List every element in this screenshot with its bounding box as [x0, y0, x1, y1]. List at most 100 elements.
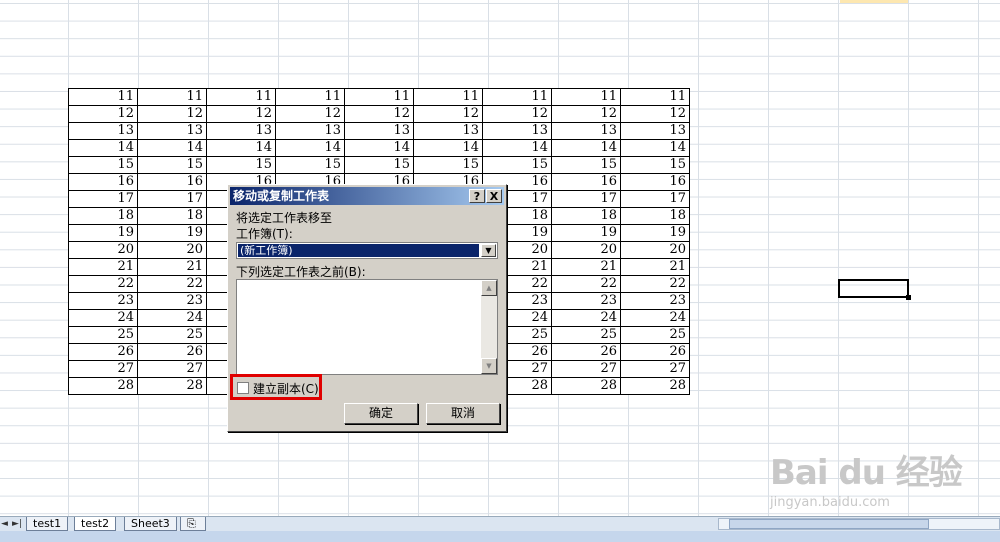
table-cell[interactable]: 11	[620, 88, 690, 106]
table-cell[interactable]: 28	[620, 377, 690, 395]
table-cell[interactable]: 20	[620, 241, 690, 259]
table-cell[interactable]: 11	[275, 88, 345, 106]
table-cell[interactable]: 12	[551, 105, 621, 123]
table-cell[interactable]: 17	[68, 190, 138, 208]
table-cell[interactable]: 15	[137, 156, 207, 174]
table-cell[interactable]: 16	[137, 173, 207, 191]
table-cell[interactable]: 11	[206, 88, 276, 106]
table-cell[interactable]: 14	[68, 139, 138, 157]
table-cell[interactable]: 17	[551, 190, 621, 208]
table-cell[interactable]: 18	[137, 207, 207, 225]
table-cell[interactable]: 15	[344, 156, 414, 174]
table-cell[interactable]: 18	[551, 207, 621, 225]
table-cell[interactable]: 13	[620, 122, 690, 140]
table-cell[interactable]: 21	[620, 258, 690, 276]
table-cell[interactable]: 13	[206, 122, 276, 140]
table-cell[interactable]: 13	[344, 122, 414, 140]
table-cell[interactable]: 22	[68, 275, 138, 293]
table-cell[interactable]: 18	[68, 207, 138, 225]
table-cell[interactable]: 19	[551, 224, 621, 242]
table-cell[interactable]: 21	[551, 258, 621, 276]
table-cell[interactable]: 23	[620, 292, 690, 310]
table-cell[interactable]: 22	[137, 275, 207, 293]
ok-button[interactable]: 确定	[344, 403, 418, 424]
table-cell[interactable]: 16	[620, 173, 690, 191]
table-cell[interactable]: 20	[137, 241, 207, 259]
table-cell[interactable]: 15	[551, 156, 621, 174]
table-cell[interactable]: 14	[275, 139, 345, 157]
workbook-select[interactable]: (新工作簿) ▼	[236, 242, 498, 259]
table-cell[interactable]: 26	[551, 343, 621, 361]
table-cell[interactable]: 23	[551, 292, 621, 310]
table-cell[interactable]: 24	[551, 309, 621, 327]
table-cell[interactable]: 28	[68, 377, 138, 395]
fill-handle[interactable]	[906, 295, 911, 300]
table-cell[interactable]: 27	[137, 360, 207, 378]
table-cell[interactable]: 28	[551, 377, 621, 395]
table-cell[interactable]: 13	[68, 122, 138, 140]
table-cell[interactable]: 27	[68, 360, 138, 378]
table-cell[interactable]: 24	[620, 309, 690, 327]
table-cell[interactable]: 17	[620, 190, 690, 208]
scrollbar-thumb[interactable]	[729, 519, 929, 529]
table-cell[interactable]: 13	[137, 122, 207, 140]
table-cell[interactable]: 11	[482, 88, 552, 106]
table-cell[interactable]: 12	[620, 105, 690, 123]
table-cell[interactable]: 15	[68, 156, 138, 174]
table-cell[interactable]: 23	[68, 292, 138, 310]
table-cell[interactable]: 12	[482, 105, 552, 123]
horizontal-scrollbar[interactable]	[718, 518, 1000, 530]
table-cell[interactable]: 14	[344, 139, 414, 157]
table-cell[interactable]: 12	[413, 105, 483, 123]
table-cell[interactable]: 28	[137, 377, 207, 395]
table-cell[interactable]: 14	[206, 139, 276, 157]
table-cell[interactable]: 12	[206, 105, 276, 123]
cancel-button[interactable]: 取消	[426, 403, 500, 424]
table-cell[interactable]: 14	[137, 139, 207, 157]
table-cell[interactable]: 16	[551, 173, 621, 191]
prev-sheet-icon[interactable]: ◄	[1, 518, 8, 530]
table-cell[interactable]: 20	[68, 241, 138, 259]
close-button[interactable]: X	[486, 189, 502, 203]
table-cell[interactable]: 13	[275, 122, 345, 140]
table-cell[interactable]: 20	[551, 241, 621, 259]
table-cell[interactable]: 22	[620, 275, 690, 293]
chevron-down-icon[interactable]: ▼	[481, 244, 496, 257]
table-cell[interactable]: 18	[620, 207, 690, 225]
table-cell[interactable]: 25	[68, 326, 138, 344]
create-copy-checkbox[interactable]	[237, 382, 249, 394]
before-sheet-list[interactable]: ▲ ▼	[236, 279, 498, 375]
table-cell[interactable]: 15	[275, 156, 345, 174]
last-sheet-icon[interactable]: ►|	[12, 518, 22, 530]
table-cell[interactable]: 21	[137, 258, 207, 276]
table-cell[interactable]: 24	[68, 309, 138, 327]
table-cell[interactable]: 13	[413, 122, 483, 140]
list-scrollbar[interactable]: ▲ ▼	[481, 280, 497, 374]
table-cell[interactable]: 16	[68, 173, 138, 191]
create-copy-label[interactable]: 建立副本(C)	[253, 380, 319, 397]
table-cell[interactable]: 11	[413, 88, 483, 106]
insert-sheet-icon[interactable]: ⎘	[180, 517, 206, 531]
table-cell[interactable]: 27	[620, 360, 690, 378]
table-cell[interactable]: 22	[551, 275, 621, 293]
table-cell[interactable]: 21	[68, 258, 138, 276]
table-cell[interactable]: 15	[482, 156, 552, 174]
table-cell[interactable]: 12	[68, 105, 138, 123]
sheet-tab-sheet3[interactable]: Sheet3	[124, 517, 177, 531]
table-cell[interactable]: 14	[482, 139, 552, 157]
table-cell[interactable]: 13	[551, 122, 621, 140]
active-cell[interactable]	[838, 279, 909, 298]
table-cell[interactable]: 14	[551, 139, 621, 157]
table-cell[interactable]: 25	[137, 326, 207, 344]
table-cell[interactable]: 26	[137, 343, 207, 361]
table-cell[interactable]: 19	[68, 224, 138, 242]
table-cell[interactable]: 12	[137, 105, 207, 123]
table-cell[interactable]: 14	[413, 139, 483, 157]
sheet-tab-test2[interactable]: test2	[74, 517, 117, 531]
table-cell[interactable]: 12	[275, 105, 345, 123]
table-cell[interactable]: 15	[206, 156, 276, 174]
table-cell[interactable]: 26	[68, 343, 138, 361]
scroll-up-icon[interactable]: ▲	[481, 280, 497, 296]
table-cell[interactable]: 12	[344, 105, 414, 123]
help-button[interactable]: ?	[469, 189, 485, 203]
